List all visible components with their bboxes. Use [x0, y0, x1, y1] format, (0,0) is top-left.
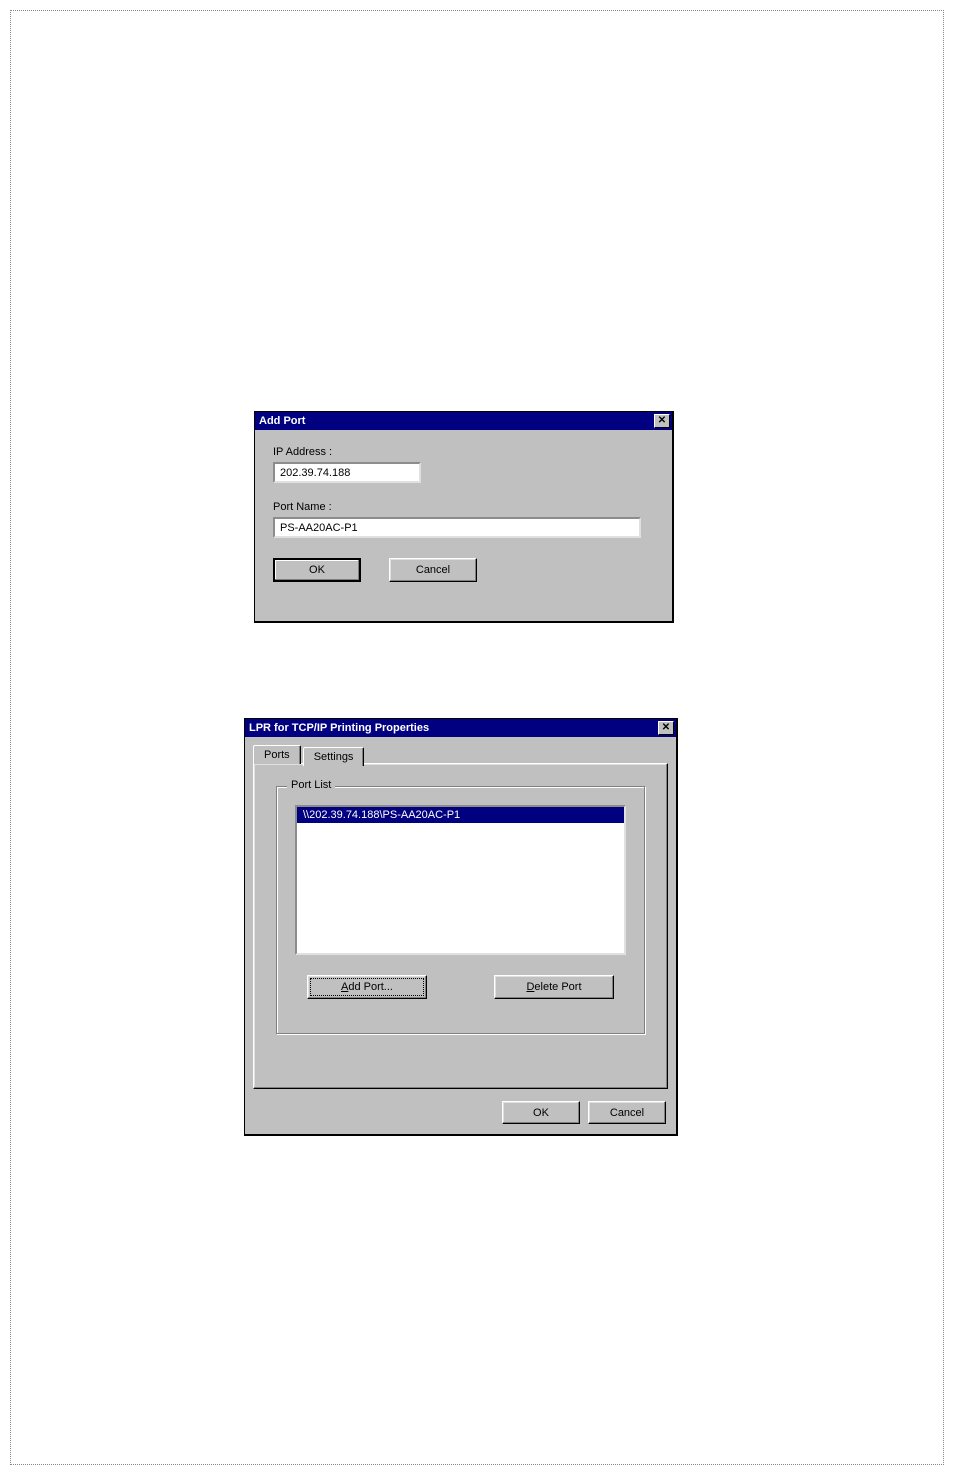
- delete-port-button-label: Delete Port: [526, 981, 581, 993]
- tab-ports-label: Ports: [264, 749, 290, 761]
- ip-address-label: IP Address :: [273, 446, 654, 458]
- lpr-title: LPR for TCP/IP Printing Properties: [249, 722, 658, 734]
- delete-port-button[interactable]: Delete Port: [494, 975, 614, 999]
- add-port-titlebar[interactable]: Add Port ✕: [255, 412, 672, 430]
- lpr-bottom-button-row: OK Cancel: [253, 1101, 668, 1124]
- cancel-button-label: Cancel: [416, 564, 450, 576]
- port-name-input[interactable]: [273, 517, 641, 538]
- lpr-body: Ports Settings Port List \\202.39.74.188…: [245, 737, 676, 1134]
- ok-button-label: OK: [533, 1107, 549, 1119]
- cancel-button[interactable]: Cancel: [389, 558, 477, 582]
- tab-strip: Ports Settings: [253, 745, 668, 764]
- tab-settings-label: Settings: [314, 751, 354, 763]
- cancel-button-label: Cancel: [610, 1107, 644, 1119]
- port-list-button-row: Add Port... Delete Port: [295, 975, 626, 999]
- lpr-properties-dialog: LPR for TCP/IP Printing Properties ✕ Por…: [244, 718, 678, 1136]
- ok-button[interactable]: OK: [273, 558, 361, 582]
- tab-panel-ports: Port List \\202.39.74.188\PS-AA20AC-P1 A…: [253, 763, 668, 1089]
- tab-ports[interactable]: Ports: [253, 745, 301, 764]
- ok-button-label: OK: [309, 564, 325, 576]
- list-item[interactable]: \\202.39.74.188\PS-AA20AC-P1: [297, 807, 624, 823]
- add-port-dialog: Add Port ✕ IP Address : Port Name : OK C…: [254, 411, 674, 623]
- add-port-button-label: Add Port...: [341, 981, 393, 993]
- ip-address-input[interactable]: [273, 462, 421, 483]
- add-port-button-row: OK Cancel: [273, 558, 654, 582]
- add-port-body: IP Address : Port Name : OK Cancel: [255, 430, 672, 596]
- port-list-groupbox: Port List \\202.39.74.188\PS-AA20AC-P1 A…: [276, 786, 645, 1034]
- port-list-listbox[interactable]: \\202.39.74.188\PS-AA20AC-P1: [295, 805, 626, 955]
- lpr-titlebar[interactable]: LPR for TCP/IP Printing Properties ✕: [245, 719, 676, 737]
- add-port-button[interactable]: Add Port...: [307, 975, 427, 999]
- close-icon[interactable]: ✕: [654, 414, 670, 428]
- port-list-legend: Port List: [287, 779, 335, 791]
- cancel-button[interactable]: Cancel: [588, 1101, 666, 1124]
- add-port-title: Add Port: [259, 415, 654, 427]
- ok-button[interactable]: OK: [502, 1101, 580, 1124]
- port-name-label: Port Name :: [273, 501, 654, 513]
- tab-settings[interactable]: Settings: [303, 747, 365, 766]
- close-icon[interactable]: ✕: [658, 721, 674, 735]
